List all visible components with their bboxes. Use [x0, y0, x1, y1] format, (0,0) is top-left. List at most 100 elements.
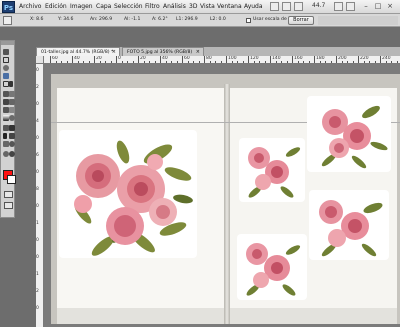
book-spine [224, 84, 230, 324]
type-tool-icon[interactable] [3, 133, 7, 139]
ruler-tick [297, 61, 299, 63]
tab-label: 01-taller.jpg al 44.7% (RGB/8) * [41, 50, 114, 55]
ruler-tick [281, 61, 282, 63]
background-color-swatch[interactable] [7, 175, 16, 184]
menu-edicion[interactable]: Edición [45, 2, 67, 12]
ruler-tick [248, 56, 249, 63]
screen-mode-icon[interactable] [4, 202, 13, 209]
menu-archivo[interactable]: Archivo [19, 2, 41, 12]
ruler-tick [204, 56, 205, 63]
small-rose-illustration-2 [248, 147, 301, 198]
ruler-left-label: 1 [36, 221, 39, 226]
ruler-tool-icon[interactable] [3, 16, 12, 25]
ruler-tick [143, 61, 145, 63]
minibridge-icon[interactable] [282, 2, 291, 11]
ruler-left-label: 2 [36, 85, 39, 90]
marquee-tool-icon[interactable] [3, 57, 9, 63]
ruler-left-label: 0 [36, 306, 39, 311]
options-bar-right-area [318, 16, 398, 25]
ruler-left-label: 0 [36, 238, 39, 243]
ruler-tick [198, 61, 200, 63]
opt-h: Al: -1.1 [124, 17, 141, 22]
ruler-tick [88, 61, 90, 63]
menu-ayuda[interactable]: Ayuda [244, 2, 263, 12]
tools-panel [0, 40, 16, 218]
large-rose-bouquet-illustration [74, 140, 193, 256]
ruler-left-label: 8 [36, 187, 39, 192]
ruler-tick [215, 61, 216, 63]
rotate-view-icon[interactable] [346, 2, 355, 11]
zoom-tool-icon[interactable] [9, 151, 15, 157]
opt-y: Y: 34.6 [58, 17, 74, 22]
ruler-tick [275, 61, 277, 63]
ruler-left-label: 4 [36, 119, 39, 124]
menu-vista[interactable]: Vista [200, 2, 215, 12]
menu-3d[interactable]: 3D [189, 2, 197, 12]
opt-w: An: 296.9 [90, 17, 113, 22]
path-selection-tool-icon[interactable] [9, 133, 15, 139]
ruler-tick [341, 61, 343, 63]
tab-foto-5[interactable]: FOTO 5.jpg al 356% (RGB/8) × [122, 47, 204, 56]
ruler-tick [231, 61, 233, 63]
ruler-left-label: 6 [36, 153, 39, 158]
opt-x: X: 8.6 [30, 17, 44, 22]
ruler-tick [358, 56, 359, 63]
quick-mask-icon[interactable] [4, 191, 13, 198]
hand-tool-icon[interactable] [334, 2, 343, 11]
menu-ventana[interactable]: Ventana [217, 2, 242, 12]
ruler-tick [121, 61, 123, 63]
ruler-left-label: 0 [36, 136, 39, 141]
ruler-tick [61, 61, 62, 63]
ruler-tick [116, 56, 117, 63]
pen-tool-icon[interactable] [9, 125, 15, 131]
close-icon[interactable]: × [386, 1, 394, 12]
tab-01-taller[interactable]: 01-taller.jpg al 44.7% (RGB/8) * × [36, 47, 120, 56]
opt-l1: L1: 296.9 [176, 17, 198, 22]
ruler-left-label: 2 [36, 289, 39, 294]
ruler-tick [72, 56, 73, 63]
clear-button[interactable]: Borrar [288, 16, 314, 25]
healing-brush-tool-icon[interactable] [9, 91, 15, 97]
menu-analisis[interactable]: Análisis [163, 2, 186, 12]
tools-panel-header[interactable] [1, 41, 14, 45]
bridge-icon[interactable] [270, 2, 279, 11]
document-canvas[interactable] [44, 64, 400, 327]
clone-stamp-tool-icon[interactable] [9, 99, 15, 105]
minimize-icon[interactable]: – [362, 1, 370, 12]
ruler-tick [396, 61, 398, 63]
eraser-tool-icon[interactable] [9, 107, 15, 113]
3d-rotate-tool-icon[interactable] [9, 141, 15, 147]
photoshop-logo: Ps [2, 1, 15, 13]
quick-selection-tool-icon[interactable] [3, 73, 9, 79]
zoom-level[interactable]: 44.7 [312, 2, 325, 9]
ruler-left-label: 0 [36, 204, 39, 209]
tab-label: FOTO 5.jpg al 356% (RGB/8) [127, 50, 193, 55]
ruler-left-label: 0 [36, 102, 39, 107]
menu-capa[interactable]: Capa [96, 2, 111, 12]
ruler-tick [336, 56, 337, 63]
horizontal-ruler[interactable]: 60 40 20 0 20 40 60 80 100 120 140 160 180 200 220 240 [44, 56, 400, 64]
menu-seleccion[interactable]: Selección [114, 2, 143, 12]
small-rose-illustration-4 [246, 243, 301, 296]
ruler-tick [132, 61, 134, 63]
ruler-tick [220, 61, 222, 63]
vertical-ruler[interactable]: 0 2 0 4 0 6 0 8 0 1 0 0 1 2 0 [36, 64, 44, 327]
move-tool-icon[interactable] [3, 49, 9, 55]
ruler-tick [286, 61, 288, 63]
menu-filtro[interactable]: Filtro [145, 2, 160, 12]
blur-tool-icon[interactable] [9, 115, 15, 121]
maximize-icon[interactable]: □ [374, 1, 382, 12]
ruler-tick [138, 56, 139, 63]
lasso-tool-icon[interactable] [3, 65, 9, 71]
ruler-tick [105, 61, 106, 63]
ruler-active-tool-icon[interactable] [9, 81, 13, 87]
ruler-tick [94, 56, 95, 63]
view-extras-icon[interactable] [294, 2, 303, 11]
options-bar: X: 8.6 Y: 34.6 An: 296.9 Al: -1.1 A: 6.2… [0, 14, 400, 27]
menu-imagen[interactable]: Imagen [70, 2, 93, 12]
measurement-scale-checkbox[interactable] [246, 18, 251, 23]
ruler-origin[interactable] [36, 56, 44, 64]
ruler-tick [380, 56, 381, 63]
small-rose-illustration-1 [321, 105, 388, 169]
ruler-tick [314, 56, 315, 63]
